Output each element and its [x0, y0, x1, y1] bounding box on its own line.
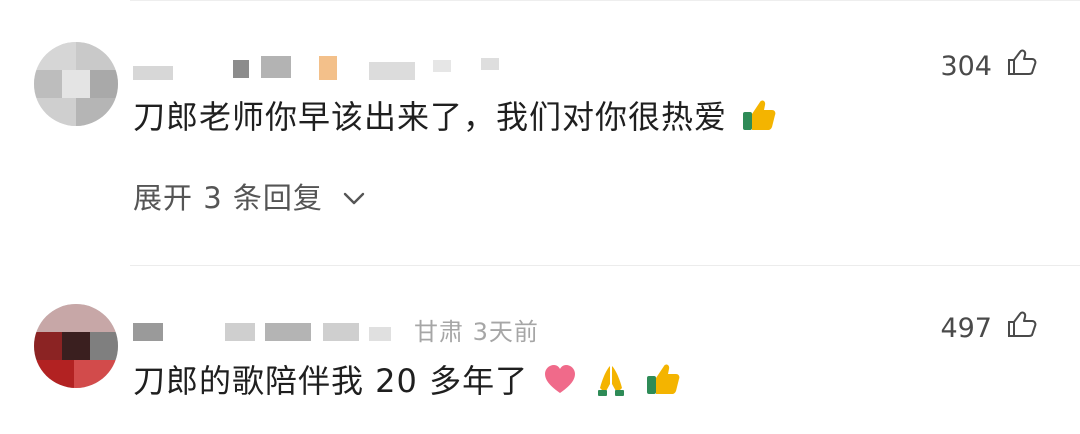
thumbs-up-emoji-icon [644, 360, 682, 406]
thumbs-up-emoji-icon [740, 96, 778, 142]
expand-replies-button[interactable]: 展开 3 条回复 [133, 175, 365, 217]
avatar[interactable] [34, 42, 118, 126]
heart-emoji-icon [541, 360, 579, 406]
username-redacted [133, 50, 513, 84]
praying-hands-emoji-icon [592, 360, 630, 406]
like-button[interactable]: 497 [940, 308, 1038, 349]
comment-text: 刀郎的歌陪伴我 20 多年了 [133, 356, 682, 406]
thumbs-up-outline-icon [1004, 46, 1038, 87]
comment-list: 304 刀郎老师你早该出来了，我们对你很热爱 展开 3 条回复 甘肃 3天前 4… [0, 0, 1080, 434]
like-button[interactable]: 304 [940, 46, 1038, 87]
username-redacted [133, 313, 413, 347]
thumbs-up-outline-icon [1004, 308, 1038, 349]
avatar[interactable] [34, 304, 118, 388]
like-count: 497 [940, 313, 992, 344]
comment-meta: 甘肃 3天前 [414, 318, 539, 346]
comment-text: 刀郎老师你早该出来了，我们对你很热爱 [133, 92, 778, 142]
comment-item [0, 266, 1080, 434]
chevron-down-icon [343, 179, 365, 213]
like-count: 304 [940, 51, 992, 82]
